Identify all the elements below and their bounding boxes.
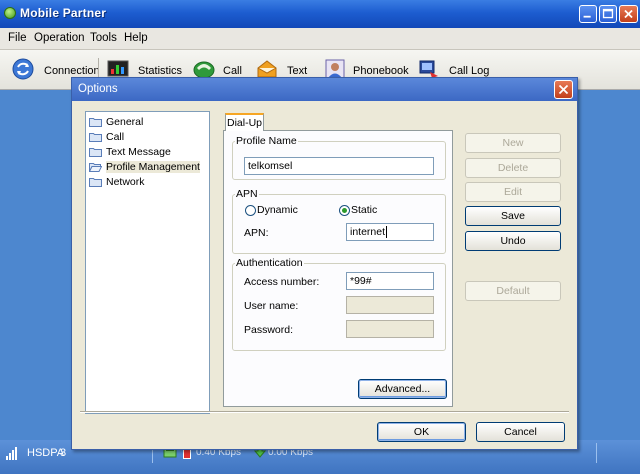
menu-tools[interactable]: Tools <box>90 32 117 44</box>
edit-button[interactable]: Edit <box>465 182 561 202</box>
apn-value: internet <box>350 226 386 238</box>
tree-item-text-message[interactable]: Text Message <box>89 145 207 160</box>
save-button-label: Save <box>501 210 525 222</box>
apn-group: APN <box>232 188 446 254</box>
cancel-button[interactable]: Cancel <box>476 422 565 442</box>
open-folder-icon <box>89 163 102 172</box>
minimize-icon <box>583 15 591 18</box>
toolbar-call-log-label: Call Log <box>449 65 490 77</box>
folder-icon <box>89 118 102 127</box>
close-icon <box>624 9 633 19</box>
close-window-button[interactable] <box>619 5 638 23</box>
network-indicator: 3 <box>60 447 67 459</box>
new-button[interactable]: New <box>465 133 561 153</box>
ok-button-label: OK <box>413 426 430 438</box>
dialog-close-button[interactable] <box>554 80 573 99</box>
tab-dial-up[interactable]: Dial-Up <box>225 113 264 131</box>
undo-button-label: Undo <box>500 235 526 247</box>
save-button[interactable]: Save <box>465 206 561 226</box>
text-cursor <box>386 226 388 238</box>
user-name-label: User name: <box>244 300 299 312</box>
tree-item-general[interactable]: General <box>89 115 207 130</box>
cancel-button-label: Cancel <box>504 426 537 438</box>
tree-item-label: Network <box>106 176 145 188</box>
default-button[interactable]: Default <box>465 281 561 301</box>
tree-item-call[interactable]: Call <box>89 130 207 145</box>
delete-button-label: Delete <box>497 162 529 174</box>
tree-item-label: Profile Management <box>106 161 200 173</box>
advanced-button-label: Advanced... <box>374 383 431 395</box>
menu-bar: File Operation Tools Help <box>0 28 640 50</box>
folder-icon <box>89 133 102 142</box>
toolbar-call-label: Call <box>223 65 242 77</box>
toolbar-statistics-label: Statistics <box>138 65 183 77</box>
connection-icon <box>12 58 34 80</box>
user-name-field[interactable] <box>346 296 434 314</box>
tree-item-profile-management[interactable]: Profile Management <box>89 160 207 175</box>
edit-button-label: Edit <box>503 186 523 198</box>
folder-icon <box>89 148 102 157</box>
password-field[interactable] <box>346 320 434 338</box>
options-dialog: Options General Call Text Message Profil… <box>71 77 578 450</box>
app-logo-icon <box>4 7 16 19</box>
default-button-label: Default <box>496 285 530 297</box>
folder-icon <box>89 178 102 187</box>
main-titlebar[interactable]: Mobile Partner <box>0 0 640 28</box>
tree-item-label: General <box>106 116 144 128</box>
tree-item-label: Call <box>106 131 125 143</box>
delete-button[interactable]: Delete <box>465 158 561 178</box>
password-label: Password: <box>244 324 294 336</box>
maximize-icon <box>602 8 614 19</box>
new-button-label: New <box>502 137 524 149</box>
toolbar-phonebook-label: Phonebook <box>353 65 409 77</box>
menu-file[interactable]: File <box>8 32 27 44</box>
access-number-field[interactable]: *99# <box>346 272 434 290</box>
tree-item-network[interactable]: Network <box>89 175 207 190</box>
advanced-button[interactable]: Advanced... <box>358 379 447 399</box>
minimize-button[interactable] <box>579 5 597 23</box>
dialog-titlebar[interactable]: Options <box>72 78 577 101</box>
toolbar-connection-label: Connection <box>44 65 100 77</box>
close-icon <box>558 84 569 95</box>
network-type: HSDPA <box>27 447 65 459</box>
maximize-button[interactable] <box>599 5 617 23</box>
tree-item-label: Text Message <box>106 146 171 158</box>
profile-name-field[interactable]: telkomsel <box>244 157 434 175</box>
menu-help[interactable]: Help <box>124 32 148 44</box>
apn-static-label: Static <box>351 204 378 216</box>
authentication-legend: Authentication <box>236 257 303 269</box>
apn-dynamic-radio[interactable] <box>245 205 256 216</box>
apn-static-radio[interactable] <box>339 205 350 216</box>
menu-operation[interactable]: Operation <box>34 32 85 44</box>
apn-field[interactable]: internet <box>346 223 434 241</box>
apn-dynamic-label: Dynamic <box>257 204 298 216</box>
dial-up-panel: Profile Name telkomsel APN Dynamic Stati… <box>223 130 453 407</box>
undo-button[interactable]: Undo <box>465 231 561 251</box>
profile-name-legend: Profile Name <box>236 135 297 147</box>
apn-legend: APN <box>236 188 258 200</box>
options-tree: General Call Text Message Profile Manage… <box>85 111 210 414</box>
access-number-label: Access number: <box>244 276 320 288</box>
toolbar-text-label: Text <box>287 65 308 77</box>
ok-button[interactable]: OK <box>377 422 466 442</box>
apn-label: APN: <box>244 227 269 239</box>
window-title: Mobile Partner <box>20 6 107 20</box>
status-separator <box>596 443 597 463</box>
signal-strength-icon <box>6 447 17 460</box>
dialog-separator <box>80 411 569 413</box>
dialog-title: Options <box>78 83 118 95</box>
